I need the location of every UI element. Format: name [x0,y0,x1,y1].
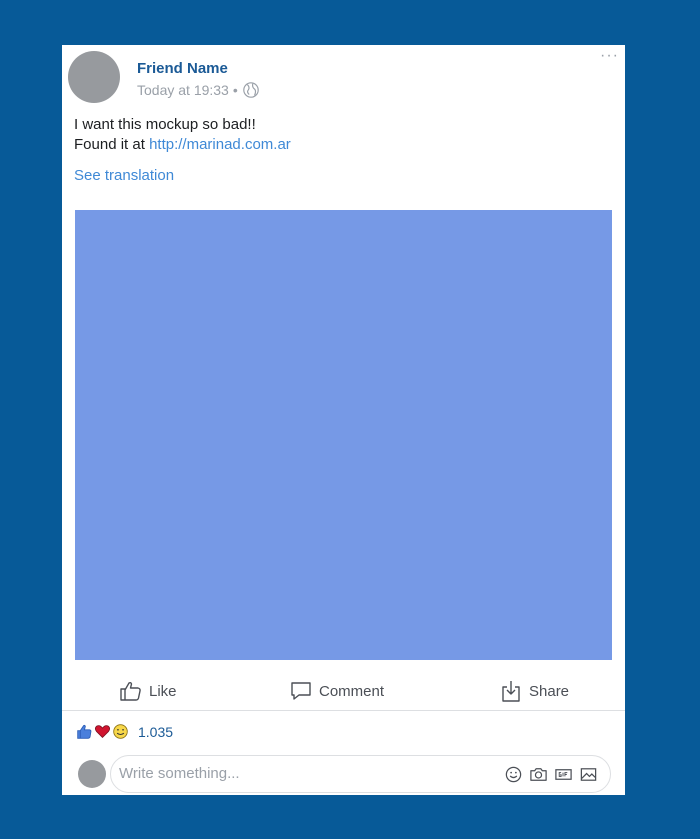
share-button[interactable]: Share [499,679,569,703]
comment-button[interactable]: Comment [289,679,384,703]
post-text-line1: I want this mockup so bad!! [74,116,256,133]
post-image[interactable] [75,210,612,660]
emoji-icon[interactable] [504,765,523,784]
commenter-avatar [78,760,106,788]
comment-input[interactable] [119,765,489,782]
see-translation-link[interactable]: See translation [74,167,174,184]
post-card: Friend Name Today at 19:33 • ··· I want … [62,45,625,795]
gif-icon[interactable] [554,765,573,784]
like-label: Like [149,682,177,700]
sticker-icon[interactable] [579,765,598,784]
reactions-summary[interactable]: 1.035 [76,723,173,740]
post-text-line2: Found it at http://marinad.com.ar [74,135,291,155]
haha-reaction-icon [113,724,128,739]
meta-separator: • [232,82,238,98]
globe-icon[interactable] [242,81,260,99]
more-options-icon[interactable]: ··· [600,47,619,65]
comment-box[interactable] [110,755,611,793]
share-label: Share [529,682,570,700]
share-icon [502,681,520,702]
post-text-prefix: Found it at [74,136,145,153]
comment-tools [504,765,598,784]
like-reaction-icon [77,724,92,739]
speech-bubble-icon [291,682,311,700]
post-link[interactable]: http://marinad.com.ar [149,136,291,153]
reaction-count: 1.035 [138,723,174,740]
timestamp[interactable]: Today at 19:33 [137,82,229,98]
author-name[interactable]: Friend Name [137,60,228,77]
comment-label: Comment [319,682,385,700]
like-button[interactable]: Like [119,679,177,703]
post-text: I want this mockup so bad!! Found it at … [74,115,291,155]
post-meta: Today at 19:33 • [137,81,260,99]
thumbs-up-icon [120,681,141,701]
avatar[interactable] [68,51,120,103]
camera-icon[interactable] [529,765,548,784]
love-reaction-icon [94,725,111,739]
action-bar: Like Comment Share [62,673,625,711]
